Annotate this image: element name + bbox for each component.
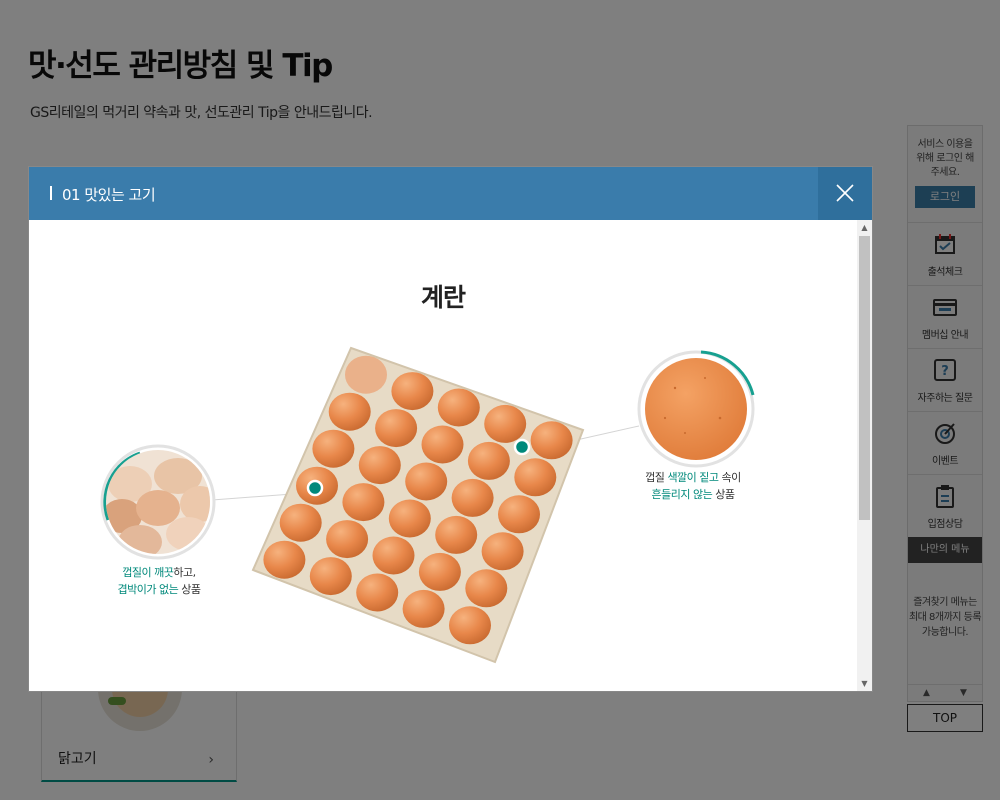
- egg: [451, 478, 494, 517]
- egg: [465, 569, 508, 608]
- egg: [481, 532, 524, 571]
- caption-highlight: 겹박이가 없는: [117, 583, 179, 596]
- caption-text: 상품: [712, 488, 735, 501]
- callout-dot-right: [513, 438, 531, 456]
- scrollbar-thumb[interactable]: [859, 236, 870, 520]
- modal-body: 계란 껍질이 깨끗하고, 겹박이가 없는 상품 껍질 색깔이 짙고 속이 흔들리…: [29, 220, 857, 691]
- egg: [326, 520, 369, 559]
- scroll-down-icon[interactable]: ▼: [857, 676, 872, 691]
- modal-dialog: 01 맛있는 고기 계란 껍질이 깨끗하고, 겹박이가 없는 상품 껍질 색깔이…: [28, 166, 873, 692]
- egg: [309, 557, 352, 596]
- modal-title: 01 맛있는 고기: [62, 186, 156, 204]
- egg: [449, 606, 491, 645]
- caption-highlight: 흔들리지 않는: [651, 488, 713, 501]
- caption-text: 하고,: [173, 566, 196, 579]
- egg: [372, 536, 415, 575]
- modal-scrollbar[interactable]: ▲ ▼: [857, 220, 872, 691]
- egg: [418, 552, 461, 591]
- caption-highlight: 색깔이 짙고: [667, 471, 719, 484]
- egg: [328, 392, 371, 431]
- egg: [435, 515, 478, 554]
- egg: [484, 404, 527, 443]
- egg: [498, 495, 540, 534]
- egg: [402, 589, 445, 628]
- egg: [405, 462, 448, 501]
- modal-header: 01 맛있는 고기: [29, 167, 872, 220]
- caption-highlight: 껍질이 깨끗: [122, 566, 174, 579]
- egg: [342, 483, 385, 522]
- egg: [391, 372, 434, 411]
- close-icon: [836, 184, 854, 202]
- egg: [263, 540, 306, 579]
- zoom-circle-clean-shell: [100, 444, 216, 560]
- caption-text: 상품: [178, 583, 201, 596]
- egg: [388, 499, 431, 538]
- egg: [375, 409, 418, 448]
- egg-tray-image: [251, 346, 585, 664]
- egg: [437, 388, 480, 427]
- egg: [514, 458, 557, 497]
- caption-shell-color: 껍질 색깔이 짙고 속이 흔들리지 않는 상품: [619, 469, 767, 503]
- egg: [312, 429, 355, 468]
- egg: [421, 425, 464, 464]
- egg: [530, 421, 573, 460]
- title-bar-decoration: [50, 186, 52, 200]
- caption-text: 껍질: [645, 471, 668, 484]
- scroll-up-icon[interactable]: ▲: [857, 220, 872, 235]
- egg: [279, 503, 322, 542]
- caption-clean-shell: 껍질이 깨끗하고, 겹박이가 없는 상품: [89, 564, 229, 598]
- egg: [356, 573, 399, 612]
- egg: [345, 355, 387, 394]
- zoom-circle-shell-color: [637, 350, 755, 468]
- egg: [358, 446, 401, 485]
- caption-text: 속이: [718, 471, 742, 484]
- egg: [467, 441, 510, 480]
- close-button[interactable]: [818, 167, 872, 220]
- callout-dot-left: [306, 479, 324, 497]
